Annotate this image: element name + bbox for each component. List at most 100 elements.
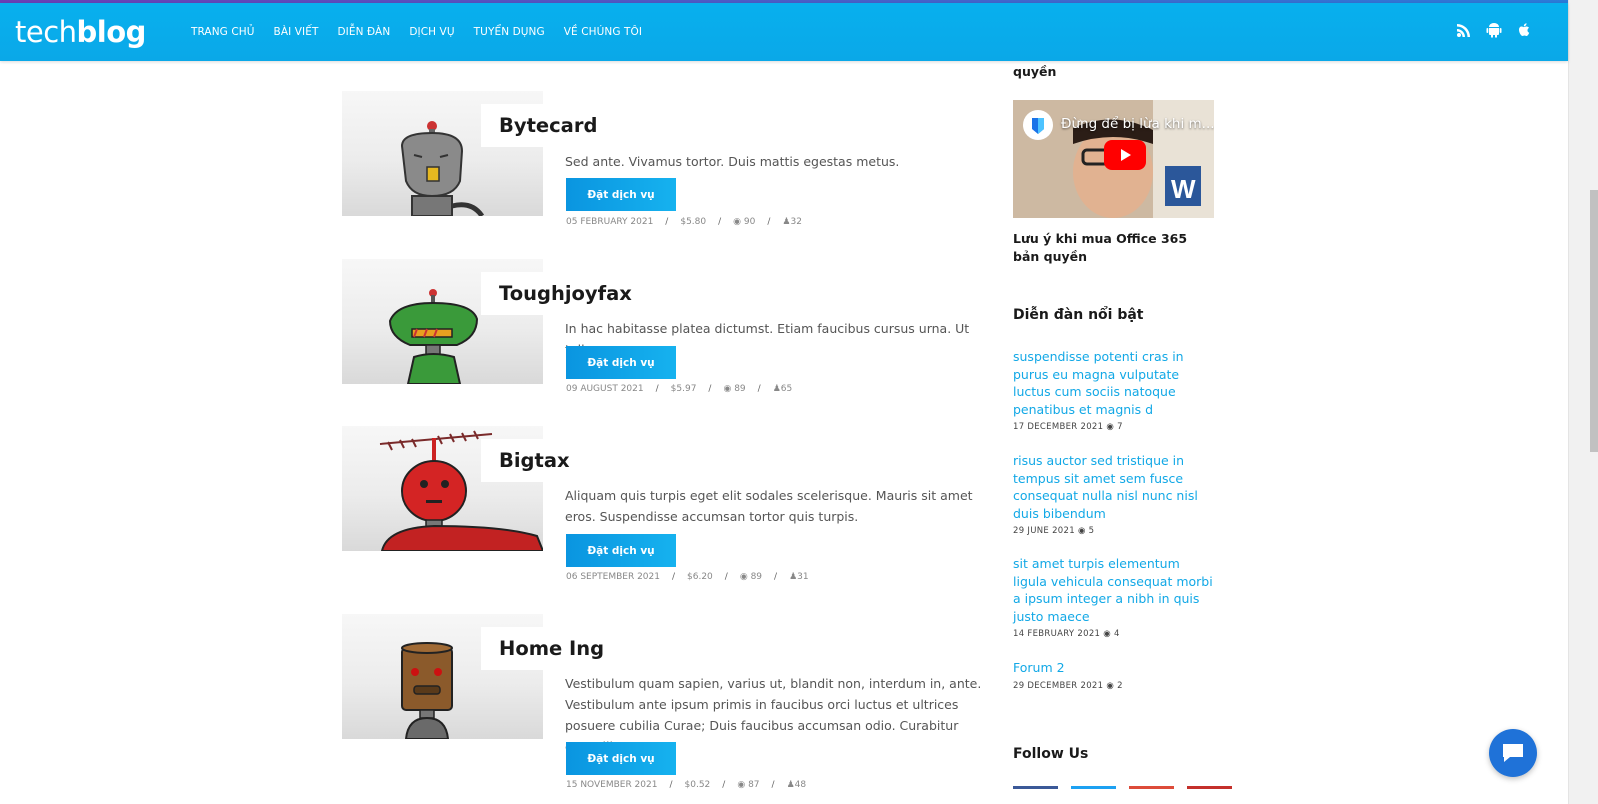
video-title[interactable]: Đừng để bị lừa khi m... <box>1061 116 1214 132</box>
scrollbar-thumb[interactable] <box>1590 190 1598 452</box>
service-title[interactable]: Home Ing <box>481 627 623 670</box>
main-nav: TRANG CHỦ BÀI VIẾT DIỄN ĐÀN DỊCH VỤ TUYỂ… <box>191 26 642 38</box>
chat-widget-button[interactable] <box>1489 729 1537 777</box>
service-meta: 09 AUGUST 2021/ $5.97/ ◉ 89/ ♟65 <box>566 384 793 394</box>
youtube-button[interactable] <box>1187 786 1232 789</box>
service-title[interactable]: Bytecard <box>481 104 616 147</box>
eye-icon: ◉ <box>739 572 748 582</box>
users-count: ♟32 <box>782 217 802 227</box>
forum-meta: 14 FEBRUARY 2021 ◉ 4 <box>1013 629 1215 639</box>
logo-light-text: tech <box>15 14 77 49</box>
video-caption[interactable]: Lưu ý khi mua Office 365 bản quyền <box>1013 230 1215 265</box>
twitter-button[interactable] <box>1071 786 1116 789</box>
svg-text:W: W <box>1171 174 1196 204</box>
logo-bold-text: blog <box>76 14 147 49</box>
users-value: 32 <box>790 217 802 227</box>
forum-link[interactable]: suspendisse potenti cras in purus eu mag… <box>1013 348 1215 418</box>
nav-home[interactable]: TRANG CHỦ <box>191 26 255 38</box>
service-title[interactable]: Toughjoyfax <box>481 272 650 315</box>
views-count: ◉ 87 <box>737 780 759 790</box>
forum-date: 17 DECEMBER 2021 <box>1013 422 1104 433</box>
service-item: Toughjoyfax In hac habitasse platea dict… <box>342 259 992 409</box>
service-meta: 15 NOVEMBER 2021/ $0.52/ ◉ 87/ ♟48 <box>566 780 807 790</box>
forum-list-item: sit amet turpis elementum ligula vehicul… <box>1013 555 1215 639</box>
views-value: 87 <box>748 780 760 790</box>
users-count: ♟48 <box>787 780 807 790</box>
forum-link[interactable]: risus auctor sed tristique in tempus sit… <box>1013 452 1215 522</box>
eye-icon: ◉ <box>1103 629 1111 640</box>
forum-list-item: risus auctor sed tristique in tempus sit… <box>1013 452 1215 536</box>
forum-views: 5 <box>1088 526 1095 537</box>
apple-icon[interactable] <box>1516 22 1532 38</box>
eye-icon: ◉ <box>723 384 732 394</box>
service-meta: 05 FEBRUARY 2021/ $5.80/ ◉ 90/ ♟32 <box>566 217 802 227</box>
facebook-button[interactable] <box>1013 786 1058 789</box>
views-count: ◉ 90 <box>733 217 755 227</box>
users-count: ♟65 <box>773 384 793 394</box>
eye-icon: ◉ <box>1077 526 1086 537</box>
views-count: ◉ 89 <box>723 384 745 394</box>
nav-forum[interactable]: DIỄN ĐÀN <box>338 26 391 38</box>
service-date: 15 NOVEMBER 2021 <box>566 780 658 790</box>
user-icon: ♟ <box>789 572 798 582</box>
users-value: 48 <box>794 780 807 790</box>
views-value: 89 <box>734 384 746 394</box>
service-item: Bigtax Aliquam quis turpis eget elit sod… <box>342 426 992 596</box>
forum-views: 7 <box>1117 422 1123 433</box>
forum-date: 14 FEBRUARY 2021 <box>1013 629 1101 640</box>
follow-us-heading: Follow Us <box>1013 746 1089 762</box>
nav-services[interactable]: DỊCH VỤ <box>409 26 454 38</box>
user-icon: ♟ <box>786 780 795 790</box>
service-date: 06 SEPTEMBER 2021 <box>566 572 660 582</box>
service-price: $5.97 <box>670 384 697 394</box>
forum-date: 29 DECEMBER 2021 <box>1013 680 1104 691</box>
nav-careers[interactable]: TUYỂN DỤNG <box>474 26 545 38</box>
forum-meta: 29 DECEMBER 2021 ◉ 2 <box>1013 681 1215 691</box>
service-price: $5.80 <box>680 217 707 227</box>
site-logo[interactable]: techblog <box>15 14 147 49</box>
video-embed[interactable]: W Đừng để bị lừa khi m... <box>1013 100 1214 218</box>
eye-icon: ◉ <box>1106 422 1115 433</box>
service-item: Bytecard Sed ante. Vivamus tortor. Duis … <box>342 91 992 241</box>
book-service-button[interactable]: Đặt dịch vụ <box>566 534 676 567</box>
book-service-button[interactable]: Đặt dịch vụ <box>566 178 676 211</box>
forum-list-item: suspendisse potenti cras in purus eu mag… <box>1013 348 1215 432</box>
google-plus-button[interactable] <box>1129 786 1174 789</box>
service-meta: 06 SEPTEMBER 2021/ $6.20/ ◉ 89/ ♟31 <box>566 572 809 582</box>
nav-about[interactable]: VỀ CHÚNG TÔI <box>564 26 642 38</box>
eye-icon: ◉ <box>733 217 742 227</box>
service-price: $0.52 <box>684 780 711 790</box>
channel-avatar[interactable] <box>1023 110 1053 140</box>
service-item: Home Ing Vestibulum quam sapien, varius … <box>342 614 992 804</box>
forum-link[interactable]: Forum 2 <box>1013 659 1215 677</box>
users-value: 65 <box>780 384 793 394</box>
forum-list-item: Forum 2 29 DECEMBER 2021 ◉ 2 <box>1013 659 1215 691</box>
views-count: ◉ 89 <box>740 572 762 582</box>
nav-articles[interactable]: BÀI VIẾT <box>274 26 319 38</box>
featured-forum-heading: Diễn đàn nổi bật <box>1013 307 1144 323</box>
service-description: Aliquam quis turpis eget elit sodales sc… <box>565 488 973 524</box>
sidebar-previous-caption-fragment[interactable]: quyền <box>1013 64 1056 79</box>
views-value: 89 <box>750 572 763 582</box>
user-icon: ♟ <box>772 384 781 394</box>
play-button[interactable] <box>1104 140 1146 170</box>
forum-meta: 17 DECEMBER 2021 ◉ 7 <box>1013 422 1215 432</box>
forum-link[interactable]: sit amet turpis elementum ligula vehicul… <box>1013 555 1215 625</box>
eye-icon: ◉ <box>737 780 746 790</box>
chat-bubble-icon <box>1503 744 1523 762</box>
users-value: 31 <box>797 572 809 582</box>
eye-icon: ◉ <box>1106 680 1115 691</box>
service-price: $6.20 <box>687 572 713 582</box>
forum-views: 4 <box>1114 629 1120 640</box>
forum-meta: 29 JUNE 2021 ◉ 5 <box>1013 526 1215 536</box>
service-date: 05 FEBRUARY 2021 <box>566 217 654 227</box>
book-service-button[interactable]: Đặt dịch vụ <box>566 742 676 775</box>
forum-views: 2 <box>1117 680 1123 691</box>
forum-date: 29 JUNE 2021 <box>1013 526 1075 537</box>
book-service-button[interactable]: Đặt dịch vụ <box>566 346 676 379</box>
rss-icon[interactable] <box>1456 22 1472 38</box>
service-title[interactable]: Bigtax <box>481 439 588 482</box>
android-icon[interactable] <box>1486 22 1502 38</box>
service-description: Sed ante. Vivamus tortor. Duis mattis eg… <box>565 154 900 169</box>
page-scrollbar[interactable] <box>1568 0 1598 804</box>
